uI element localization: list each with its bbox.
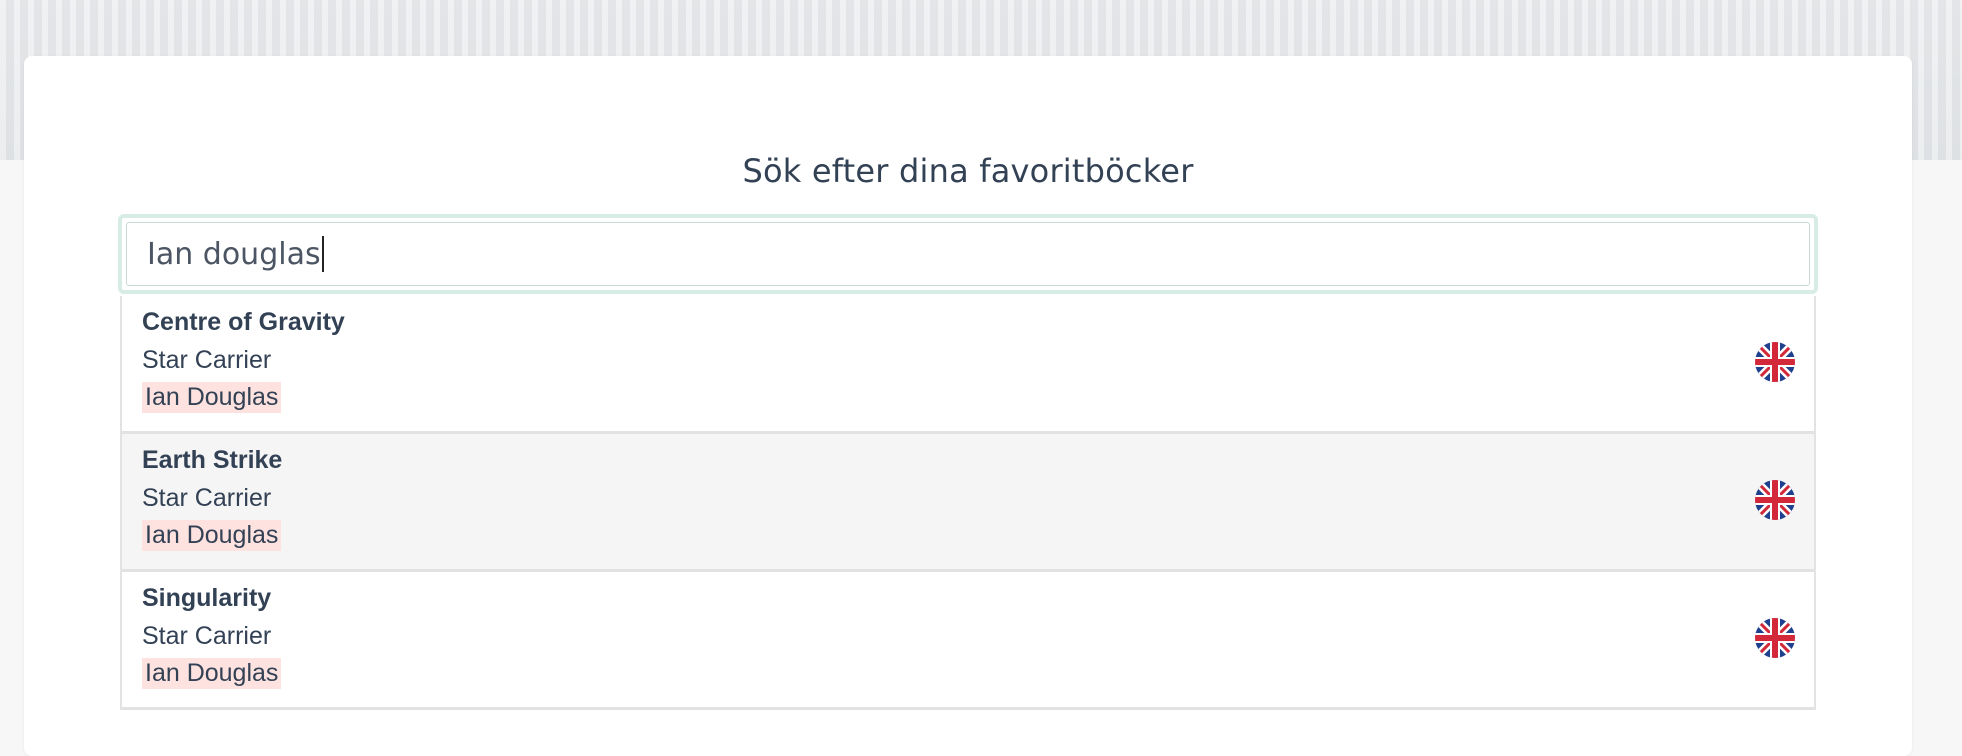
result-title: Singularity [142, 584, 272, 612]
uk-flag-icon [1755, 618, 1795, 658]
result-author-highlight: Ian Douglas [142, 382, 282, 413]
result-title: Earth Strike [142, 446, 283, 474]
result-series: Star Carrier [142, 346, 272, 374]
result-item[interactable]: Singularity Star Carrier Ian Douglas [122, 572, 1814, 710]
uk-flag-icon [1755, 480, 1795, 520]
result-author-highlight: Ian Douglas [142, 520, 282, 551]
text-caret [321, 236, 324, 272]
result-author-highlight: Ian Douglas [142, 658, 282, 689]
page-title: Sök efter dina favoritböcker [742, 152, 1194, 190]
search-input[interactable]: Ian douglas [126, 222, 1810, 286]
search-field[interactable]: Ian douglas [118, 214, 1818, 294]
result-item[interactable]: Earth Strike Star Carrier Ian Douglas [122, 434, 1814, 572]
search-results-list: Centre of Gravity Star Carrier Ian Dougl… [120, 296, 1816, 710]
result-series: Star Carrier [142, 484, 272, 512]
search-input-value: Ian douglas [147, 236, 321, 272]
uk-flag-icon [1755, 342, 1795, 382]
result-item[interactable]: Centre of Gravity Star Carrier Ian Dougl… [122, 296, 1814, 434]
result-series: Star Carrier [142, 622, 272, 650]
result-title: Centre of Gravity [142, 308, 345, 336]
